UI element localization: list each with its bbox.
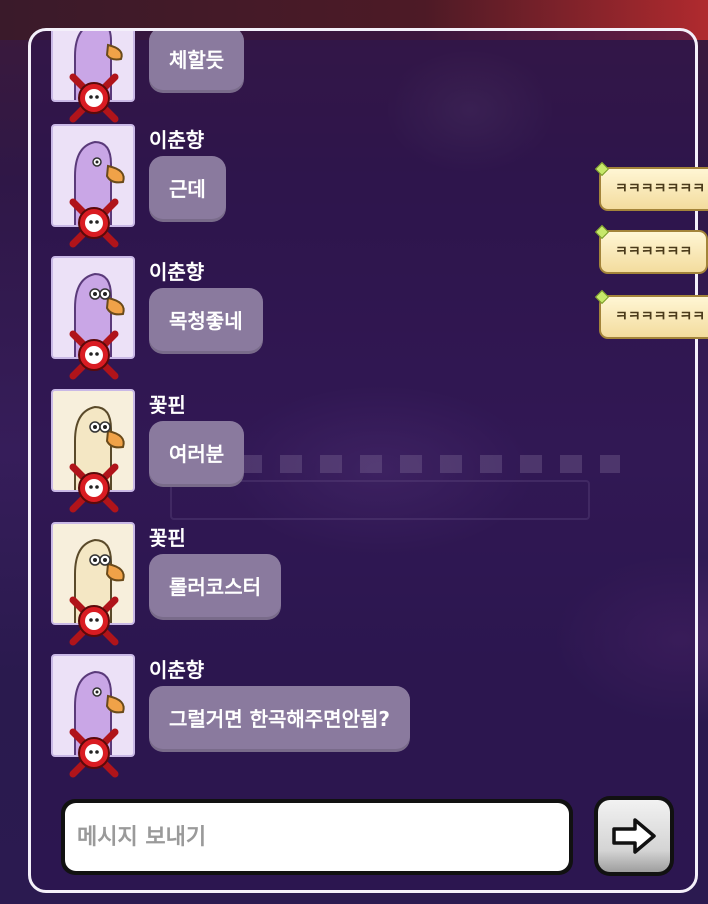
- red-x-skull-icon: [69, 73, 119, 123]
- message-input[interactable]: [65, 803, 569, 871]
- sender-name: 꽃핀: [149, 393, 186, 417]
- floating-chat-bubble: ㅋㅋㅋㅋㅋㅋ: [594, 224, 708, 274]
- floating-chat-bubble: ㅋㅋㅋㅋㅋㅋㅋ: [594, 161, 708, 211]
- floating-chat-bubble: ㅋㅋㅋㅋㅋㅋㅋ: [594, 289, 708, 339]
- sender-name: 이춘향: [149, 260, 205, 284]
- red-x-skull-icon: [69, 728, 119, 778]
- sender-name: 꽃핀: [149, 526, 186, 550]
- floating-bubble-text: ㅋㅋㅋㅋㅋㅋㅋ: [615, 181, 706, 197]
- message-bubble: 체할듯: [149, 31, 245, 93]
- red-x-skull-icon: [69, 463, 119, 513]
- message-bubble: 그럴거면 한곡해주면안됨?: [149, 686, 410, 752]
- message-bubble: 롤러코스터: [149, 554, 281, 620]
- message-input-frame: [61, 799, 573, 875]
- floating-bubble-text: ㅋㅋㅋㅋㅋㅋㅋ: [615, 309, 706, 325]
- red-x-skull-icon: [69, 596, 119, 646]
- red-x-skull-icon: [69, 198, 119, 248]
- send-button-face[interactable]: [598, 800, 670, 872]
- message-bubble: 근데: [149, 156, 226, 222]
- floating-bubble-text: ㅋㅋㅋㅋㅋㅋ: [615, 244, 693, 260]
- red-x-skull-icon: [69, 330, 119, 380]
- message-bubble: 목청좋네: [149, 288, 263, 354]
- message-bubble: 여러분: [149, 421, 245, 487]
- arrow-right-icon: [612, 818, 656, 854]
- send-button[interactable]: [594, 796, 674, 876]
- sender-name: 이춘향: [149, 658, 205, 682]
- chat-panel: 체할듯 이춘향 근데 이춘향 목청좋네 꽃핀 여러분 꽃핀 롤러코스터 이춘향 …: [28, 28, 698, 893]
- sender-name: 이춘향: [149, 128, 205, 152]
